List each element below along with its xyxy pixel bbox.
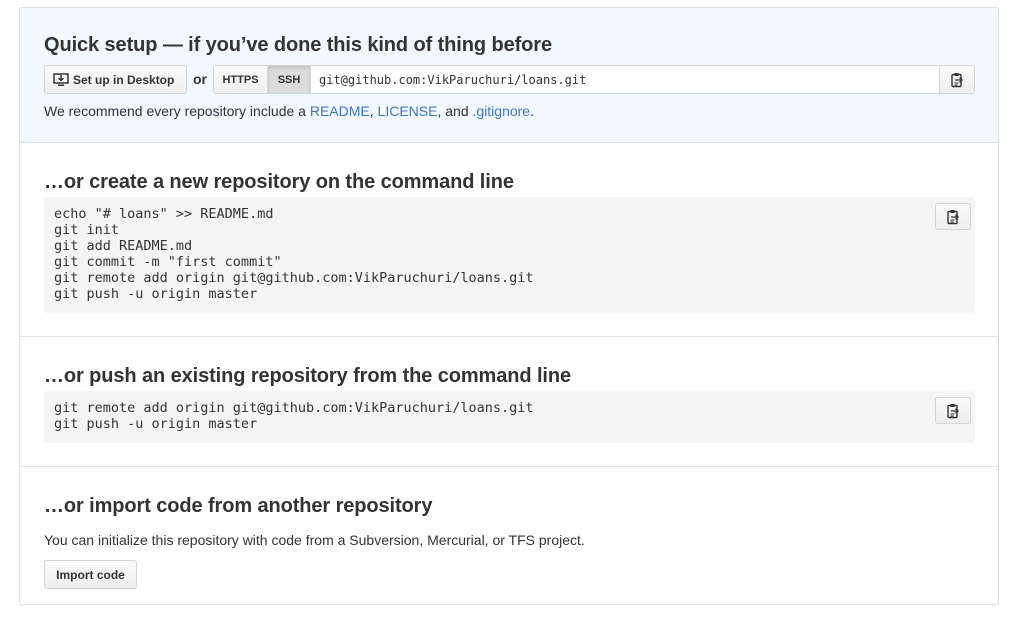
copy-clone-url-button[interactable] [939, 66, 974, 93]
clone-url-group: HTTPS SSH [213, 65, 975, 94]
setup-in-desktop-button[interactable]: Set up in Desktop [44, 65, 187, 94]
new-repo-section: …or create a new repository on the comma… [20, 143, 998, 337]
import-repo-title: …or import code from another repository [44, 495, 433, 517]
import-code-button[interactable]: Import code [44, 560, 137, 589]
quick-setup-panel: Quick setup — if you’ve done this kind o… [19, 7, 999, 605]
recommend-sep2: , and [437, 103, 473, 119]
import-description: You can initialize this repository with … [44, 532, 585, 548]
import-repo-section: …or import code from another repository … [20, 467, 998, 604]
quick-setup-title: Quick setup — if you’ve done this kind o… [44, 34, 552, 56]
desktop-download-icon [53, 72, 69, 86]
clone-url-input[interactable] [311, 66, 939, 93]
copy-new-repo-code-button[interactable] [935, 203, 971, 230]
clippy-icon [947, 403, 959, 418]
clippy-icon [951, 72, 963, 87]
setup-in-desktop-label: Set up in Desktop [73, 72, 175, 87]
license-link[interactable]: LICENSE [378, 103, 438, 119]
new-repo-code-box: echo "# loans" >> README.md git init git… [44, 197, 975, 313]
readme-link[interactable]: README [310, 103, 370, 119]
gitignore-link[interactable]: .gitignore [473, 103, 531, 119]
recommend-prefix: We recommend every repository include a [44, 103, 310, 119]
https-toggle-button[interactable]: HTTPS [214, 66, 268, 93]
or-label: or [193, 71, 207, 87]
push-repo-code: git remote add origin git@github.com:Vik… [54, 400, 534, 432]
copy-push-repo-code-button[interactable] [935, 397, 971, 424]
recommend-text: We recommend every repository include a … [44, 103, 534, 119]
new-repo-code: echo "# loans" >> README.md git init git… [54, 206, 534, 302]
push-repo-title: …or push an existing repository from the… [44, 365, 572, 387]
quick-setup-section: Quick setup — if you’ve done this kind o… [20, 8, 998, 143]
ssh-toggle-button[interactable]: SSH [268, 66, 311, 93]
new-repo-title: …or create a new repository on the comma… [44, 171, 514, 193]
clippy-icon [947, 209, 959, 224]
push-repo-code-box: git remote add origin git@github.com:Vik… [44, 391, 975, 443]
recommend-sep1: , [369, 103, 378, 119]
push-repo-section: …or push an existing repository from the… [20, 337, 998, 467]
recommend-suffix: . [530, 103, 534, 119]
